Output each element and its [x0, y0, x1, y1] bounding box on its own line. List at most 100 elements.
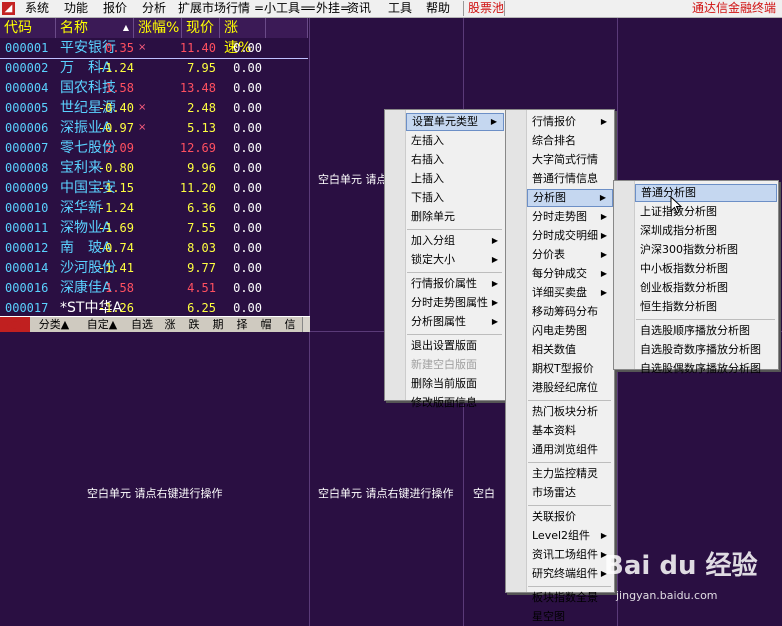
menu-item[interactable]: 分析图属性 ▶	[406, 313, 504, 331]
menu-item[interactable]: 右插入	[406, 151, 504, 169]
empty-cell-hint[interactable]: 空白单元 请点右键进行操作	[87, 485, 223, 501]
menu-item[interactable]: 板块指数全景	[527, 589, 613, 607]
change-percent: -1.24	[97, 201, 134, 215]
menu-item[interactable]: 自选股偶数序播放分析图	[635, 360, 777, 378]
menu-item[interactable]: 大字简式行情	[527, 151, 613, 169]
menu-item-label: 热门板块分析	[532, 405, 598, 418]
menu-item[interactable]: 市场雷达	[527, 484, 613, 502]
menu-item[interactable]: 修改版面信息	[406, 394, 504, 412]
menu-item[interactable]: 综合排名	[527, 132, 613, 150]
menu-item[interactable]: 上插入	[406, 170, 504, 188]
menu-item[interactable]: 普通行情信息	[527, 170, 613, 188]
menu-item[interactable]: 深圳成指分析图	[635, 222, 777, 240]
col-header-name[interactable]: 名称 ▲	[56, 18, 134, 38]
menu-item[interactable]: 设置单元类型 ▶	[406, 113, 504, 131]
menu-item[interactable]: 星空图	[527, 608, 613, 626]
menu-item[interactable]: Level2组件 ▶	[527, 527, 613, 545]
menu-item[interactable]: 分时成交明细 ▶	[527, 227, 613, 245]
menu-item[interactable]: 行情报价属性 ▶	[406, 275, 504, 293]
menu-quote[interactable]: 报价	[103, 1, 127, 16]
menu-function[interactable]: 功能	[64, 1, 88, 16]
col-header-change[interactable]: 涨幅%	[134, 18, 182, 38]
tab-category[interactable]: 分类▲	[30, 317, 79, 332]
menu-item[interactable]: 闪电走势图	[527, 322, 613, 340]
menu-item[interactable]: 港股经纪席位	[527, 379, 613, 397]
menu-item[interactable]: 中小板指数分析图	[635, 260, 777, 278]
menu-item[interactable]: 沪深300指数分析图	[635, 241, 777, 259]
menu-item[interactable]: 分价表 ▶	[527, 246, 613, 264]
table-row[interactable]: 000014 沙河股份 -1.41 9.77 0.00	[0, 258, 308, 278]
col-header-code[interactable]: 代码	[0, 18, 56, 38]
menu-item[interactable]: 分时走势图属性 ▶	[406, 294, 504, 312]
col-header-speed[interactable]: 涨速%	[220, 18, 266, 56]
table-row[interactable]: 000010 深华新 -1.24 6.36 0.00	[0, 198, 308, 218]
table-row[interactable]: 000016 深康佳A 1.58 4.51 0.00	[0, 278, 308, 298]
table-row[interactable]: 000002 万 科A -1.24 7.95 0.00	[0, 58, 308, 78]
col-header-price[interactable]: 现价	[182, 18, 220, 38]
menu-item[interactable]: 分析图 ▶	[527, 189, 613, 207]
tab-credit[interactable]: 信	[278, 317, 303, 332]
table-row[interactable]: 000011 深物业A -1.69 7.55 0.00	[0, 218, 308, 238]
table-row[interactable]: 000017 *ST中华A -1.26 6.25 0.00	[0, 298, 308, 318]
menu-item[interactable]: 删除单元	[406, 208, 504, 226]
menu-item[interactable]: 退出设置版面	[406, 337, 504, 355]
menu-gutter	[506, 110, 527, 592]
menu-item[interactable]: 研究终端组件 ▶	[527, 565, 613, 583]
menu-help[interactable]: 帮助	[426, 1, 450, 16]
menu-analysis[interactable]: 分析	[142, 1, 166, 16]
menu-item[interactable]: 移动筹码分布	[527, 303, 613, 321]
menu-separator	[463, 1, 464, 16]
menu-item[interactable]: 关联报价	[527, 508, 613, 526]
empty-cell-hint[interactable]: 空白	[473, 485, 495, 501]
menu-item[interactable]: 下插入	[406, 189, 504, 207]
table-row[interactable]: 000005 世纪星源 × -0.40 2.48 0.00	[0, 98, 308, 118]
menu-item[interactable]: 分时走势图 ▶	[527, 208, 613, 226]
menu-tools-small[interactable]: =小工具=	[254, 1, 310, 16]
menu-item[interactable]: 上证指数分析图	[635, 203, 777, 221]
menu-item[interactable]: 锁定大小 ▶	[406, 251, 504, 269]
menu-item[interactable]: 详细买卖盘 ▶	[527, 284, 613, 302]
menu-item[interactable]: 通用浏览组件	[527, 441, 613, 459]
menu-item[interactable]: 自选股奇数序播放分析图	[635, 341, 777, 359]
table-row[interactable]: 000012 南 玻A -0.74 8.03 0.00	[0, 238, 308, 258]
menu-item[interactable]: 自选股顺序播放分析图	[635, 322, 777, 340]
menu-item[interactable]: 行情报价 ▶	[527, 113, 613, 131]
menu-system[interactable]: 系统	[25, 1, 49, 16]
menu-item[interactable]: 资讯工场组件 ▶	[527, 546, 613, 564]
menu-extended-market[interactable]: 扩展市场行情	[178, 1, 250, 16]
tab-scroll-arrows-icon[interactable]: ◀▶	[0, 317, 31, 332]
tab-select[interactable]: 择	[230, 317, 255, 332]
menu-item[interactable]: 热门板块分析	[527, 403, 613, 421]
table-row[interactable]: 000006 深振业A × -0.97 5.13 0.00	[0, 118, 308, 138]
table-row[interactable]: 000001 平安银行 × 0.35 11.40 0.00	[0, 38, 308, 59]
menu-tools[interactable]: 工具	[388, 1, 412, 16]
tab-hat[interactable]: 帽	[254, 317, 279, 332]
menu-item[interactable]: 相关数值	[527, 341, 613, 359]
empty-cell-hint[interactable]: 空白单元 请点	[318, 171, 388, 187]
menu-item-label: 中小板指数分析图	[640, 262, 728, 275]
menu-item[interactable]: 删除当前版面	[406, 375, 504, 393]
tab-watchlist[interactable]: 自选	[126, 317, 159, 332]
menu-item[interactable]: 基本资料	[527, 422, 613, 440]
table-row[interactable]: 000009 中国宝安 -1.15 11.20 0.00	[0, 178, 308, 198]
empty-cell-hint[interactable]: 空白单元 请点右键进行操作	[318, 485, 454, 501]
tab-custom[interactable]: 自定▲	[78, 317, 127, 332]
menu-item[interactable]: 左插入	[406, 132, 504, 150]
menu-item[interactable]: 每分钟成交 ▶	[527, 265, 613, 283]
menu-news[interactable]: 资讯	[347, 1, 371, 16]
menu-stock-pool[interactable]: 股票池	[468, 1, 504, 16]
table-row[interactable]: 000008 宝利来 -0.80 9.96 0.00	[0, 158, 308, 178]
table-row[interactable]: 000007 零七股份 2.09 12.69 0.00	[0, 138, 308, 158]
menu-item[interactable]: 创业板指数分析图	[635, 279, 777, 297]
tab-up[interactable]: 涨	[158, 317, 183, 332]
menu-item[interactable]: 主力监控精灵	[527, 465, 613, 483]
menu-item[interactable]: 加入分组 ▶	[406, 232, 504, 250]
menu-item[interactable]: 恒生指数分析图	[635, 298, 777, 316]
menu-item-label: 分时走势图属性	[411, 296, 488, 309]
menu-item[interactable]: 普通分析图	[635, 184, 777, 202]
table-row[interactable]: 000004 国农科技 1.58 13.48 0.00	[0, 78, 308, 98]
menu-item[interactable]: 期权T型报价	[527, 360, 613, 378]
tab-futures[interactable]: 期	[206, 317, 231, 332]
menu-plugins[interactable]: =外挂=	[306, 1, 350, 16]
tab-down[interactable]: 跌	[182, 317, 207, 332]
